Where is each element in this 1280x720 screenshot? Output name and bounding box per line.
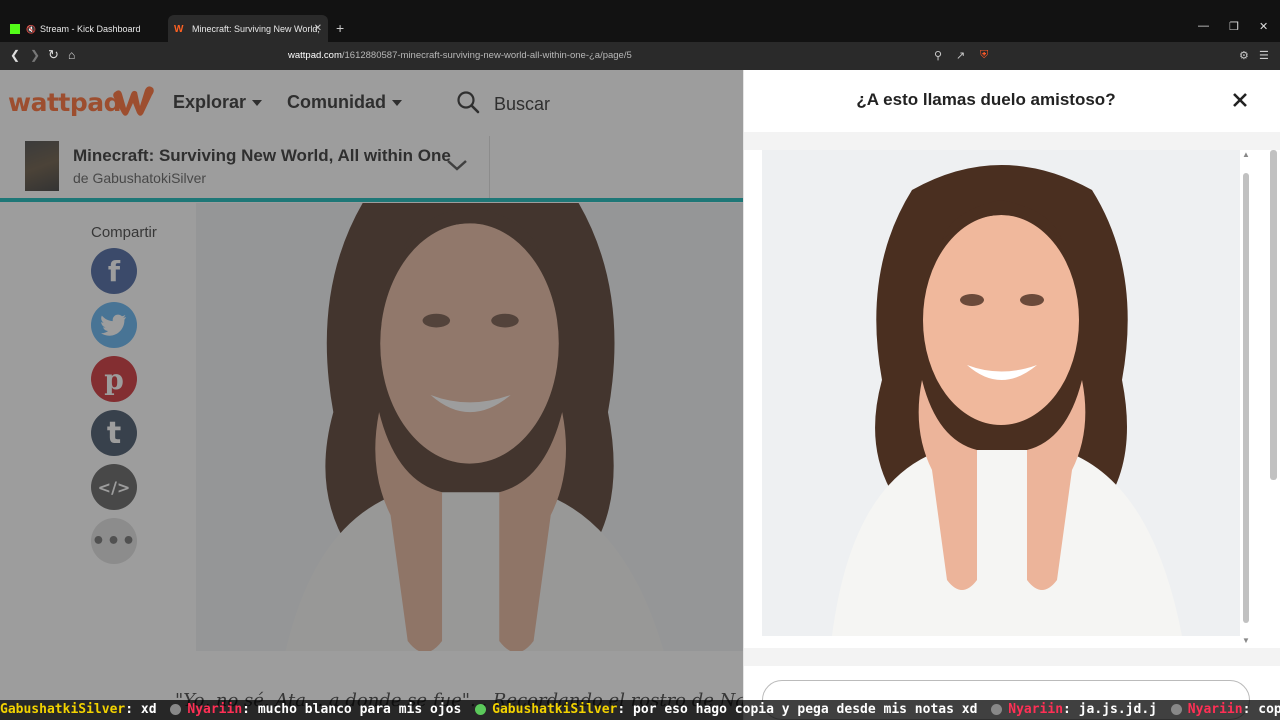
story-image — [196, 203, 743, 651]
reading-progress-bar — [0, 198, 743, 202]
panel-divider — [744, 132, 1280, 150]
chevron-down-icon[interactable] — [446, 158, 468, 172]
kick-icon — [10, 24, 20, 34]
pinterest-icon[interactable]: p — [91, 356, 137, 402]
menu-icon[interactable]: ☰ — [1259, 49, 1269, 62]
share-label: Compartir — [91, 224, 157, 241]
story-cover[interactable] — [25, 141, 59, 191]
restore-button[interactable]: ❐ — [1229, 20, 1239, 33]
search-icon[interactable] — [456, 90, 480, 114]
home-icon[interactable]: ⌂ — [68, 48, 75, 62]
chat-user: Nyariin — [187, 702, 243, 717]
badge-icon — [991, 704, 1003, 715]
story-reader: wattpad Explorar Comunidad Buscar Minecr… — [0, 70, 784, 720]
caret-down-icon — [392, 100, 402, 107]
panel-title: ¿A esto llamas duelo amistoso? — [856, 90, 1116, 109]
chat-message: : xd — [125, 702, 157, 717]
chat-user: Nyariin — [1187, 702, 1243, 717]
chat-ticker: GabushatkiSilver: xd Nyariin: mucho blan… — [0, 700, 1280, 720]
story-bar: Minecraft: Surviving New World, All with… — [0, 136, 743, 198]
close-icon[interactable] — [1230, 90, 1250, 110]
badge-icon — [475, 704, 487, 715]
forward-icon[interactable]: ❯ — [30, 48, 40, 62]
wattpad-icon: W — [174, 24, 184, 35]
chat-user: GabushatkiSilver — [0, 702, 126, 717]
reload-icon[interactable]: ↻ — [48, 47, 59, 63]
panel-header: ¿A esto llamas duelo amistoso? — [744, 70, 1280, 132]
tab-title: Stream - Kick Dashboard — [39, 24, 141, 34]
address-bar: ❮ ❯ ↻ ⌂ wattpad.com/1612880587-minecraft… — [0, 42, 1280, 70]
panel-image — [762, 150, 1240, 636]
media-side-panel: ¿A esto llamas duelo amistoso? ▲ ▼ — [743, 70, 1280, 720]
panel-scrollbar[interactable] — [1243, 173, 1249, 623]
comment-divider — [744, 648, 1280, 666]
embed-code-icon[interactable]: </> — [91, 464, 137, 510]
tab-close-icon[interactable]: ✕ — [314, 23, 322, 34]
search-label[interactable]: Buscar — [494, 94, 550, 115]
badge-icon — [1170, 704, 1182, 715]
extensions-icon[interactable]: ⚙ — [1239, 49, 1249, 62]
back-icon[interactable]: ❮ — [10, 48, 20, 62]
chat-message: : mucho blanco para mis ojos — [242, 702, 462, 717]
divider — [489, 136, 490, 198]
nav-comunidad[interactable]: Comunidad — [287, 92, 402, 113]
page-content: wattpad Explorar Comunidad Buscar Minecr… — [0, 70, 1280, 720]
page-scrollbar[interactable] — [1270, 150, 1277, 480]
story-author[interactable]: de GabushatokiSilver — [73, 170, 206, 186]
tab-title: Minecraft: Surviving New World, — [192, 24, 320, 34]
nav-explorar[interactable]: Explorar — [173, 92, 263, 113]
chat-user: GabushatkiSilver — [492, 702, 618, 717]
mute-icon: 🔇 — [26, 24, 36, 34]
story-title[interactable]: Minecraft: Surviving New World, All with… — [73, 146, 451, 166]
more-options-icon[interactable]: ••• — [91, 518, 137, 564]
chat-message: : por eso hago copia y pega desde mis no… — [617, 702, 978, 717]
twitter-icon[interactable] — [91, 302, 137, 348]
zoom-icon[interactable]: ⚲ — [934, 49, 942, 62]
caret-down-icon — [252, 100, 263, 107]
wattpad-logo[interactable]: wattpad — [8, 88, 122, 117]
close-window-button[interactable]: ✕ — [1259, 20, 1268, 33]
badge-icon — [170, 704, 182, 715]
scroll-up-icon[interactable]: ▲ — [1242, 150, 1250, 159]
tab-kick-dashboard[interactable]: 🔇 Stream - Kick Dashboard — [10, 15, 168, 43]
browser-tab-bar: 🔇 Stream - Kick Dashboard W Minecraft: S… — [0, 0, 1280, 43]
tab-wattpad-story[interactable]: W Minecraft: Surviving New World, ✕ — [168, 15, 328, 43]
share-icon[interactable]: ↗ — [956, 49, 965, 62]
chat-user: Nyariin — [1008, 702, 1064, 717]
scroll-down-icon[interactable]: ▼ — [1242, 636, 1250, 645]
minimize-button[interactable]: — — [1198, 20, 1209, 32]
chat-message: : copiapega — [1242, 702, 1280, 717]
brave-shield-icon[interactable]: ⛨ — [980, 49, 988, 62]
wattpad-w-icon — [113, 86, 154, 116]
new-tab-button[interactable]: + — [336, 20, 344, 36]
url-field[interactable]: wattpad.com/1612880587-minecraft-survivi… — [288, 50, 632, 61]
facebook-icon[interactable]: f — [91, 248, 137, 294]
chat-message: : ja.js.jd.j — [1063, 702, 1157, 717]
tumblr-icon[interactable]: t — [91, 410, 137, 456]
